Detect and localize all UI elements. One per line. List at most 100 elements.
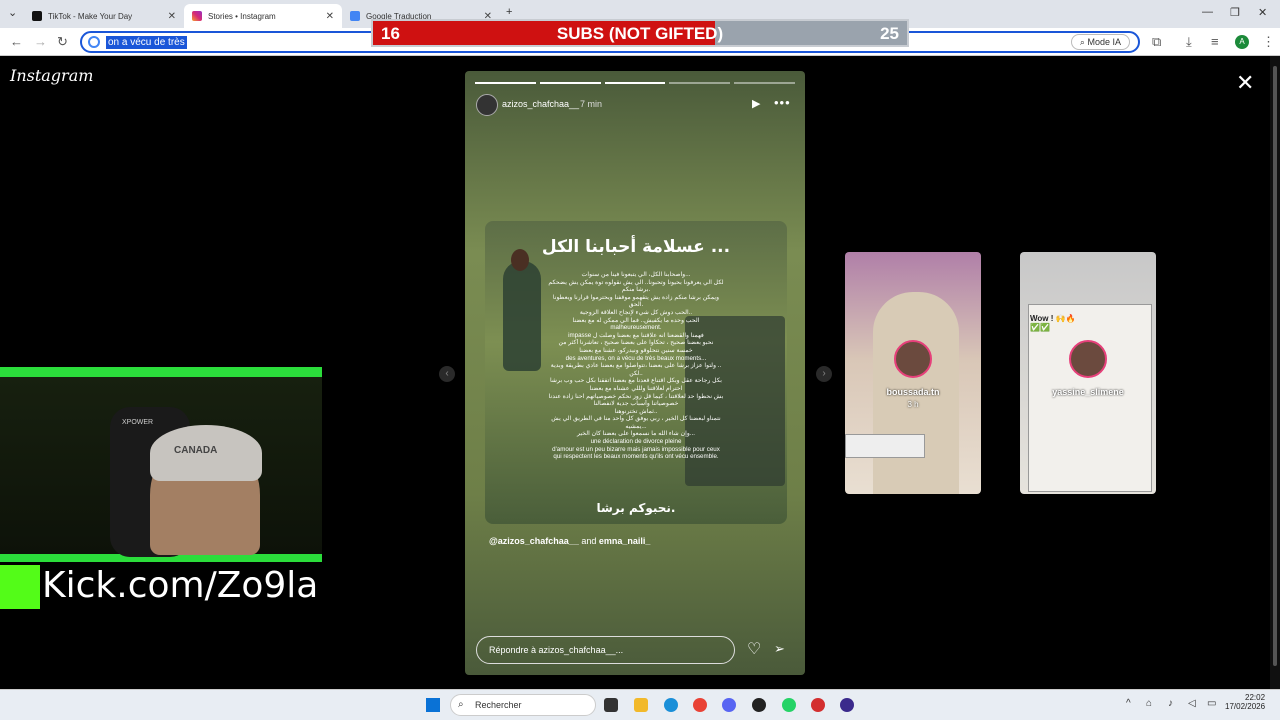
story-card: عسلامة أحبابنا الكل ... واصحابنا الكل، ا… xyxy=(485,221,787,524)
cap: CANADA xyxy=(150,425,262,481)
download-icon[interactable]: ⤓ xyxy=(1186,34,1192,50)
progress-segment xyxy=(734,82,795,84)
card-line: بكل رجاحة عقل وبكل اقتناع قعدنا مع بعضنا… xyxy=(549,377,723,385)
card-line: بش نحطوا حد لعلاقتنا ، كيما قل زوز نحكم … xyxy=(548,392,724,400)
card-line: لكن.. xyxy=(629,369,643,377)
volume-icon[interactable]: ◁ xyxy=(1188,698,1196,709)
instagram-logo[interactable]: Instagram xyxy=(10,66,93,85)
story-viewer[interactable]: azizos_chafchaa__ 7 min ▶ ••• عسلامة أحب… xyxy=(465,71,805,675)
kick-logo xyxy=(0,565,40,609)
google-icon xyxy=(88,36,100,48)
card-line: يمشيه... xyxy=(625,422,647,430)
tab-title: TikTok - Make Your Day xyxy=(48,11,133,21)
task-view-icon[interactable] xyxy=(604,698,618,712)
heart-icon[interactable]: ♡ xyxy=(747,639,761,659)
story-progress xyxy=(475,82,795,84)
discord-icon[interactable] xyxy=(722,698,736,712)
taskbar-search[interactable]: Rechercher xyxy=(450,694,596,716)
reload-icon[interactable]: ↻ xyxy=(57,34,68,50)
card-title: عسلامة أحبابنا الكل ... xyxy=(541,237,731,257)
profile-avatar[interactable]: A xyxy=(1235,35,1249,49)
mention-and: and xyxy=(581,536,597,546)
tiktok-icon xyxy=(32,11,42,21)
card-line: الحق. xyxy=(628,301,644,309)
previous-story-arrow[interactable]: ‹ xyxy=(439,366,455,382)
avatar xyxy=(1069,340,1107,378)
menu-list-icon[interactable]: ≡ xyxy=(1211,34,1219,49)
thumbnail-time: 3 h xyxy=(907,400,919,409)
page-scrollbar[interactable] xyxy=(1270,56,1280,689)
card-line: ولتوا عزاز برشا على بعضنا ،تتواصلوا مع ب… xyxy=(550,362,722,370)
whatsapp-icon[interactable] xyxy=(782,698,796,712)
tab-tiktok[interactable]: TikTok - Make Your Day ✕ xyxy=(24,4,184,28)
subs-goal: 25 xyxy=(880,24,899,43)
card-line: احترام لعلاقتنا ولللي عشناه مع بعضنا xyxy=(589,384,683,392)
card-line: des aventures, on a vécu de très beaux m… xyxy=(565,354,707,362)
card-line: برشا منكم. xyxy=(621,286,651,294)
battery-icon[interactable]: ▭ xyxy=(1207,698,1216,709)
close-window-icon[interactable]: ✕ xyxy=(1258,6,1267,19)
mention-user-1[interactable]: @azizos_chafchaa__ xyxy=(489,536,579,546)
progress-segment xyxy=(669,82,731,84)
thumbnail-caption: Wow ! 🙌🔥 ✅✅ xyxy=(1030,314,1076,332)
next-story-arrow[interactable]: › xyxy=(816,366,832,382)
thumbnail-username: boussada.tn xyxy=(886,387,940,397)
new-tab-button[interactable]: + xyxy=(506,6,512,18)
card-line: malheureusement. xyxy=(610,324,662,332)
edge-icon[interactable] xyxy=(664,698,678,712)
next-story-thumbnail[interactable]: Wow ! 🙌🔥 ✅✅ yassine_slimene xyxy=(1020,252,1156,494)
maximize-icon[interactable]: ❐ xyxy=(1230,6,1240,19)
story-mentions: @azizos_chafchaa__ and emna_naili_ xyxy=(489,536,650,546)
address-bar-text: on a vécu de très xyxy=(106,36,187,49)
tab-list-icon[interactable]: ⌄ xyxy=(8,6,17,19)
close-story-icon[interactable]: ✕ xyxy=(1236,70,1254,96)
minimize-icon[interactable]: — xyxy=(1202,6,1213,18)
cap-text: CANADA xyxy=(174,445,218,456)
chrome-icon[interactable] xyxy=(693,698,707,712)
send-icon[interactable]: ➢ xyxy=(774,641,785,657)
search-icon: ⌕ xyxy=(458,699,464,710)
card-line: خمسة سنين نتحلوقو ونيدركو، عشنا مع بعضنا xyxy=(579,346,693,354)
avatar[interactable] xyxy=(476,94,498,116)
thumbnail-checks: ✅✅ xyxy=(1030,323,1050,332)
network-icon[interactable]: ⌂ xyxy=(1146,698,1152,709)
subs-goal-bar: 16 SUBS (NOT GIFTED) 25 xyxy=(371,19,909,47)
card-line: وإن شاء الله ما نسمعوا على بعضنا كان الخ… xyxy=(576,430,696,438)
mention-user-2[interactable]: emna_naili_ xyxy=(599,536,651,546)
google-translate-icon xyxy=(350,11,360,21)
clock-date: 17/02/2026 xyxy=(1225,702,1266,711)
next-story-thumbnail[interactable]: boussada.tn 3 h xyxy=(845,252,981,494)
card-text: واصحابنا الكل، الي يتبعونا فينا من سنوات… xyxy=(529,271,743,461)
close-tab-icon[interactable]: ✕ xyxy=(326,11,334,22)
mode-ia-label: Mode IA xyxy=(1087,37,1121,47)
subs-label: SUBS (NOT GIFTED) xyxy=(556,24,724,43)
mode-ia-button[interactable]: ⌕ Mode IA xyxy=(1070,34,1130,50)
chevron-up-icon[interactable]: ^ xyxy=(1126,698,1131,709)
app-icon[interactable] xyxy=(840,698,854,712)
close-tab-icon[interactable]: ✕ xyxy=(168,11,176,22)
forward-icon[interactable]: → xyxy=(34,34,47,49)
obs-icon[interactable] xyxy=(752,698,766,712)
chair-brand: XPOWER xyxy=(122,419,154,426)
windows-start-icon[interactable] xyxy=(426,698,440,712)
file-explorer-icon[interactable] xyxy=(634,698,648,712)
more-icon[interactable]: ⋮ xyxy=(1262,34,1275,50)
card-footer: نحبوكم برشا. xyxy=(596,501,676,515)
story-username[interactable]: azizos_chafchaa__ xyxy=(502,99,579,109)
reply-input[interactable]: Répondre à azizos_chafchaa__... xyxy=(476,636,735,664)
kick-url: Kick.com/Zo9la xyxy=(42,565,319,606)
card-line: نحبو بعضنا صحيح ، تحكاوا على بعضنا صحيح … xyxy=(558,339,714,347)
extensions-icon[interactable]: ⧉ xyxy=(1152,34,1161,50)
progress-segment xyxy=(604,82,666,84)
card-line: ثماش تخترنوهنا.. xyxy=(614,407,658,415)
app-icon[interactable] xyxy=(811,698,825,712)
card-line: une déclaration de divorce pleine xyxy=(590,438,682,446)
clock[interactable]: 22:02 17/02/2026 xyxy=(1225,693,1265,711)
scrollbar-thumb[interactable] xyxy=(1273,66,1277,666)
microphone-icon[interactable]: ♪ xyxy=(1168,698,1173,709)
more-options-icon[interactable]: ••• xyxy=(774,95,791,110)
back-icon[interactable]: ← xyxy=(10,34,23,49)
tab-instagram[interactable]: Stories • Instagram ✕ xyxy=(184,4,342,28)
play-icon[interactable]: ▶ xyxy=(752,97,760,110)
card-line: الحب دوش كل شيء لإنجاح العلاقة الزوجية.. xyxy=(579,308,693,316)
